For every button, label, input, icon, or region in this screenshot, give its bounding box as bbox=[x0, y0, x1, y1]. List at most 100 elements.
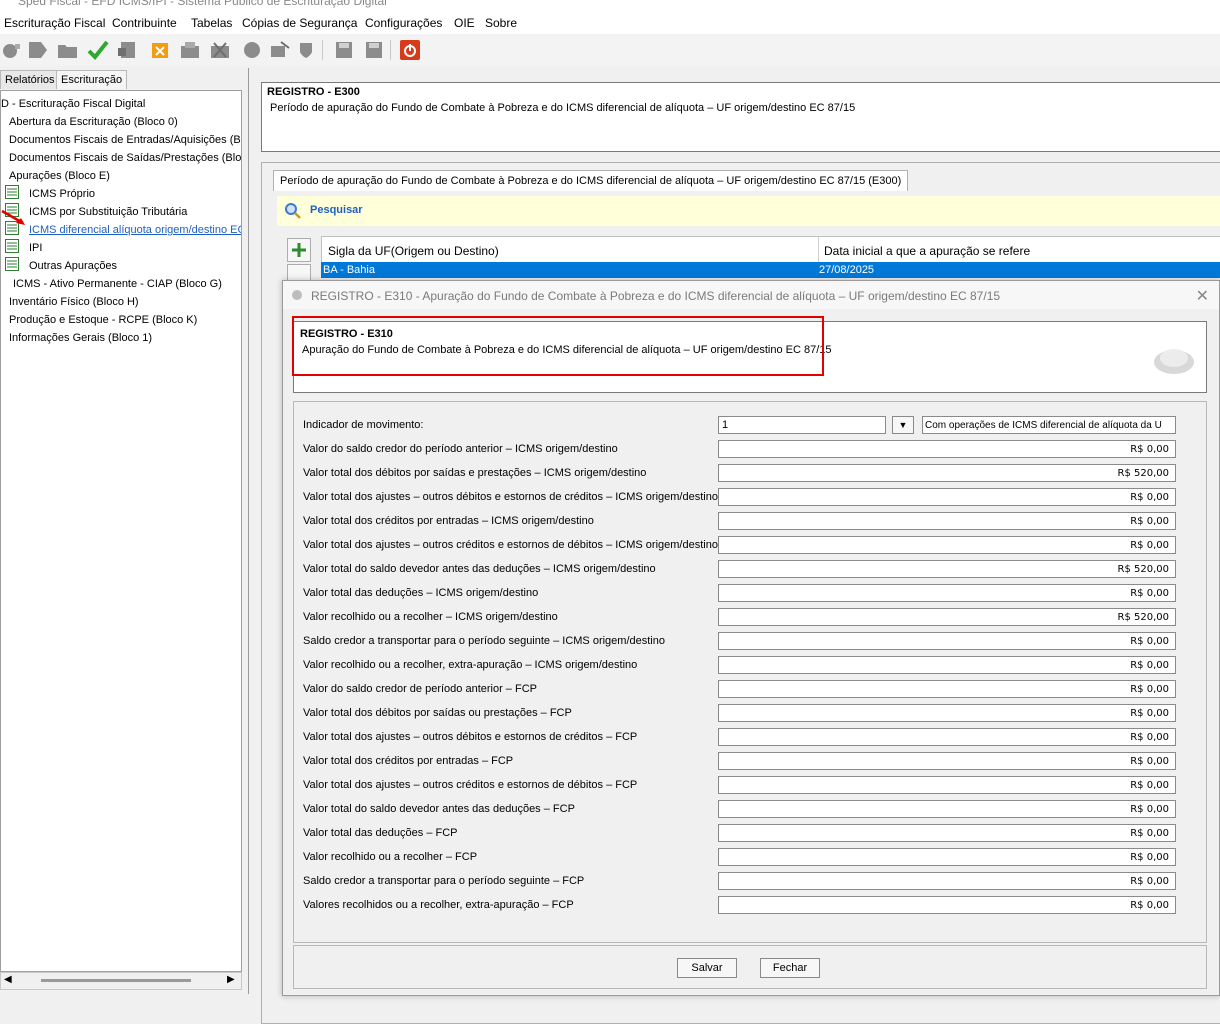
indicator-input[interactable]: 1 bbox=[718, 416, 886, 434]
left-navigation-panel: Relatórios Escrituração D - Escrituração… bbox=[0, 68, 243, 994]
field-label: Valor do saldo credor de período anterio… bbox=[303, 683, 537, 695]
print-list-icon[interactable] bbox=[208, 38, 232, 62]
scroll-left-icon[interactable]: ◀ bbox=[4, 974, 12, 985]
exit-power-icon[interactable] bbox=[398, 38, 422, 62]
open-folder-icon[interactable] bbox=[56, 38, 80, 62]
field-value-input[interactable]: R$ 0,00 bbox=[718, 440, 1176, 458]
field-value-input[interactable]: R$ 0,00 bbox=[718, 584, 1176, 602]
field-label: Valor recolhido ou a recolher, extra-apu… bbox=[303, 659, 638, 671]
field-label: Valor recolhido ou a recolher – ICMS ori… bbox=[303, 611, 558, 623]
tree-node-bloco-e[interactable]: Apurações (Bloco E) bbox=[9, 168, 110, 184]
cell-uf: BA - Bahia bbox=[323, 264, 375, 276]
tree-node-icms-difal[interactable]: ICMS diferencial alíquota origem/destino… bbox=[29, 222, 241, 238]
field-value-input[interactable]: R$ 0,00 bbox=[718, 512, 1176, 530]
menu-contribuinte[interactable]: Contribuinte bbox=[112, 16, 177, 30]
field-value-input[interactable]: R$ 0,00 bbox=[718, 872, 1176, 890]
column-header-uf[interactable]: Sigla da UF(Origem ou Destino) bbox=[322, 237, 819, 263]
globe-icon[interactable] bbox=[240, 38, 264, 62]
save-as-icon[interactable] bbox=[362, 38, 386, 62]
dialog-title-bar[interactable]: REGISTRO - E310 - Apuração do Fundo de C… bbox=[283, 281, 1219, 309]
toolbar-separator bbox=[322, 40, 323, 60]
tab-escrituracao[interactable]: Escrituração bbox=[56, 70, 128, 89]
validate-check-icon[interactable] bbox=[86, 38, 110, 62]
field-value-input[interactable]: R$ 0,00 bbox=[718, 680, 1176, 698]
search-icon bbox=[285, 203, 301, 219]
field-label: Valores recolhidos ou a recolher, extra-… bbox=[303, 899, 574, 911]
column-header-data-inicial[interactable]: Data inicial a que a apuração se refere bbox=[818, 237, 1220, 263]
plus-icon bbox=[292, 243, 306, 257]
tree-node-bloco-0[interactable]: Abertura da Escrituração (Bloco 0) bbox=[9, 114, 178, 130]
field-value-input[interactable]: R$ 0,00 bbox=[718, 800, 1176, 818]
dialog-button-bar: Salvar Fechar bbox=[293, 945, 1207, 989]
tab-e300[interactable]: Período de apuração do Fundo de Combate … bbox=[273, 170, 909, 191]
tree-node-bloco-1[interactable]: Informações Gerais (Bloco 1) bbox=[9, 330, 152, 346]
save-button[interactable]: Salvar bbox=[677, 958, 737, 978]
toolbar bbox=[0, 34, 1220, 66]
window-title: Sped Fiscal - EFD ICMS/IPI - Sistema Púb… bbox=[18, 0, 387, 8]
field-value-input[interactable]: R$ 0,00 bbox=[718, 656, 1176, 674]
e300-header-box: REGISTRO - E300 Período de apuração do F… bbox=[261, 82, 1220, 152]
tab-relatorios[interactable]: Relatórios bbox=[0, 70, 60, 89]
e310-form: Indicador de movimento: 1 ▼ Com operaçõe… bbox=[293, 401, 1207, 943]
ledger-icon bbox=[5, 239, 19, 253]
delete-icon[interactable] bbox=[148, 38, 172, 62]
print-icon[interactable] bbox=[178, 38, 202, 62]
close-icon[interactable]: ✕ bbox=[1196, 286, 1209, 306]
menu-sobre[interactable]: Sobre bbox=[485, 16, 517, 30]
menu-copias-de-seguranca[interactable]: Cópias de Segurança bbox=[242, 16, 357, 30]
table-row[interactable]: BA - Bahia 27/08/2025 bbox=[321, 262, 1220, 278]
menu-configuracoes[interactable]: Configurações bbox=[365, 16, 442, 30]
tree-node-bloco-h[interactable]: Inventário Físico (Bloco H) bbox=[9, 294, 139, 310]
e300-grid-header: Sigla da UF(Origem ou Destino) Data inic… bbox=[321, 236, 1220, 264]
menu-escrituracao-fiscal[interactable]: Escrituração Fiscal bbox=[4, 16, 105, 30]
search-bar[interactable]: Pesquisar bbox=[277, 196, 1220, 226]
field-value-input[interactable]: R$ 0,00 bbox=[718, 632, 1176, 650]
tree-node-root[interactable]: D - Escrituração Fiscal Digital bbox=[1, 96, 145, 112]
menu-tabelas[interactable]: Tabelas bbox=[191, 16, 232, 30]
new-file-icon[interactable] bbox=[0, 38, 24, 62]
indicator-dropdown-button[interactable]: ▼ bbox=[892, 416, 914, 434]
field-label: Valor total das deduções – ICMS origem/d… bbox=[303, 587, 539, 599]
field-value-input[interactable]: R$ 520,00 bbox=[718, 560, 1176, 578]
tree-node-bloco-k[interactable]: Produção e Estoque - RCPE (Bloco K) bbox=[9, 312, 197, 328]
tree-horizontal-scrollbar[interactable]: ◀ ▶ bbox=[0, 972, 242, 990]
field-value-input[interactable]: R$ 0,00 bbox=[718, 824, 1176, 842]
field-value-input[interactable]: R$ 0,00 bbox=[718, 536, 1176, 554]
tree-node-icms-proprio[interactable]: ICMS Próprio bbox=[29, 186, 95, 202]
shield-icon[interactable] bbox=[294, 38, 318, 62]
close-button[interactable]: Fechar bbox=[760, 958, 820, 978]
tree-node-ipi[interactable]: IPI bbox=[29, 240, 42, 256]
tree-node-bloco-c-saidas[interactable]: Documentos Fiscais de Saídas/Prestações … bbox=[9, 150, 241, 166]
field-label: Valor do saldo credor do período anterio… bbox=[303, 443, 618, 455]
scroll-right-icon[interactable]: ▶ bbox=[227, 974, 235, 985]
menu-oie[interactable]: OIE bbox=[454, 16, 475, 30]
indicator-label: Indicador de movimento: bbox=[303, 419, 424, 431]
field-value-input[interactable]: R$ 0,00 bbox=[718, 776, 1176, 794]
transmit-icon[interactable] bbox=[268, 38, 292, 62]
field-value-input[interactable]: R$ 0,00 bbox=[718, 488, 1176, 506]
dialog-title: REGISTRO - E310 - Apuração do Fundo de C… bbox=[311, 289, 1001, 303]
field-value-input[interactable]: R$ 0,00 bbox=[718, 896, 1176, 914]
field-value-input[interactable]: R$ 0,00 bbox=[718, 704, 1176, 722]
field-value-input[interactable]: R$ 520,00 bbox=[718, 464, 1176, 482]
import-icon[interactable] bbox=[26, 38, 50, 62]
tree-node-bloco-c-entradas[interactable]: Documentos Fiscais de Entradas/Aquisiçõe… bbox=[9, 132, 241, 148]
field-label: Valor recolhido ou a recolher – FCP bbox=[303, 851, 478, 863]
tree-node-outras-apuracoes[interactable]: Outras Apurações bbox=[29, 258, 117, 274]
window-title-bar: Sped Fiscal - EFD ICMS/IPI - Sistema Púb… bbox=[0, 0, 1220, 12]
field-value-input[interactable]: R$ 0,00 bbox=[718, 728, 1176, 746]
menu-bar: Escrituração Fiscal Contribuinte Tabelas… bbox=[0, 12, 1220, 34]
scroll-thumb[interactable] bbox=[41, 979, 191, 982]
tree-node-icms-st[interactable]: ICMS por Substituição Tributária bbox=[29, 204, 187, 220]
add-record-button[interactable] bbox=[287, 238, 311, 262]
search-label[interactable]: Pesquisar bbox=[310, 204, 363, 216]
field-value-input[interactable]: R$ 520,00 bbox=[718, 608, 1176, 626]
field-value-input[interactable]: R$ 0,00 bbox=[718, 848, 1176, 866]
tree-node-bloco-g[interactable]: ICMS - Ativo Permanente - CIAP (Bloco G) bbox=[13, 276, 222, 292]
save-icon[interactable] bbox=[332, 38, 356, 62]
field-value-input[interactable]: R$ 0,00 bbox=[718, 752, 1176, 770]
field-label: Valor total dos ajustes – outros débitos… bbox=[303, 731, 638, 743]
field-label: Valor total dos ajustes – outros crédito… bbox=[303, 539, 718, 551]
sign-document-icon[interactable] bbox=[116, 38, 140, 62]
field-label: Valor total do saldo devedor antes das d… bbox=[303, 563, 656, 575]
